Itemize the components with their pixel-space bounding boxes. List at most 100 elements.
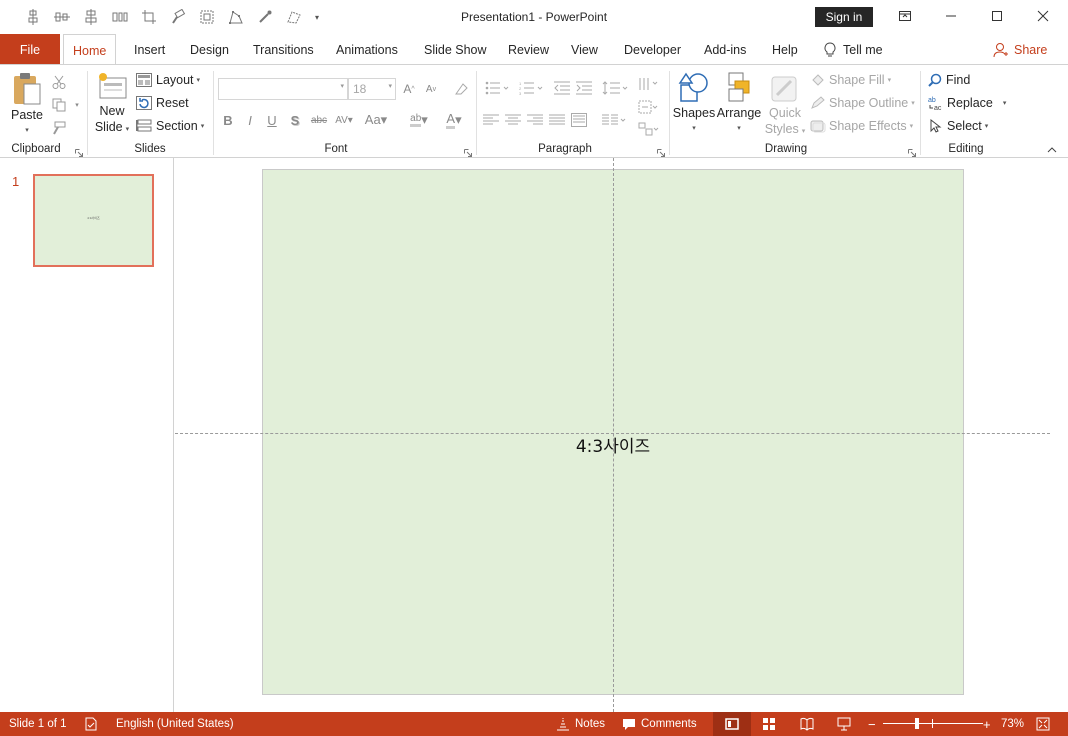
zoom-in-button[interactable]: +: [983, 712, 991, 736]
shape-fill-button[interactable]: Shape Fill ▾: [810, 71, 891, 89]
language-indicator[interactable]: English (United States): [116, 712, 234, 736]
align-center-icon[interactable]: [76, 7, 105, 27]
zoom-slider[interactable]: [883, 712, 983, 736]
underline-button[interactable]: U: [263, 111, 281, 129]
font-size-input[interactable]: 18 ▾: [348, 78, 396, 100]
edit-points-icon[interactable]: [221, 7, 250, 27]
distribute-icon[interactable]: [105, 7, 134, 27]
shape-effects-button[interactable]: Shape Effects ▾: [810, 117, 913, 135]
tab-help[interactable]: Help: [772, 34, 798, 65]
group-icon[interactable]: [192, 7, 221, 27]
select-button[interactable]: Select ▾: [930, 117, 988, 135]
shapes-button[interactable]: Shapes ▾: [673, 71, 715, 137]
tab-developer[interactable]: Developer: [624, 34, 681, 65]
slide-editing-area[interactable]: 4:3사이즈: [175, 158, 1068, 712]
vertical-guide[interactable]: [613, 158, 614, 712]
minimize-icon[interactable]: [928, 0, 974, 32]
decrease-indent-icon[interactable]: [553, 79, 571, 97]
normal-view-button[interactable]: [713, 712, 751, 736]
shape-outline-button[interactable]: Shape Outline ▾: [810, 94, 915, 112]
align-middle-icon[interactable]: [47, 7, 76, 27]
tab-view[interactable]: View: [571, 34, 598, 65]
smartart-icon[interactable]: [636, 120, 662, 138]
layout-button[interactable]: Layout ▾: [136, 71, 200, 89]
new-slide-button[interactable]: New Slide ▾: [93, 71, 131, 138]
group-divider: [669, 71, 670, 155]
distributed-icon[interactable]: [570, 111, 588, 129]
zoom-out-button[interactable]: −: [868, 712, 876, 736]
text-direction-icon[interactable]: [636, 75, 662, 93]
group-divider: [87, 71, 88, 155]
zoom-slider-thumb[interactable]: [915, 718, 919, 729]
comments-button[interactable]: Comments: [622, 712, 697, 736]
notes-button[interactable]: Notes: [556, 712, 605, 736]
tab-home[interactable]: Home: [63, 34, 117, 66]
slide-thumbnail[interactable]: 4:3사이즈: [33, 174, 154, 267]
arrange-button[interactable]: Arrange ▾: [716, 71, 762, 137]
eyedropper-icon[interactable]: [250, 7, 279, 27]
font-launcher-icon[interactable]: [464, 146, 472, 157]
quick-styles-button[interactable]: Quick Styles ▾: [763, 71, 807, 140]
strikethrough-button[interactable]: abc: [308, 111, 330, 129]
drawing-launcher-icon[interactable]: [908, 146, 916, 157]
tab-review[interactable]: Review: [508, 34, 549, 65]
increase-indent-icon[interactable]: [575, 79, 593, 97]
slide-sorter-button[interactable]: [762, 712, 776, 736]
reading-view-button[interactable]: [800, 712, 814, 736]
clipboard-launcher-icon[interactable]: [75, 146, 83, 157]
tab-file[interactable]: File: [0, 34, 60, 65]
paragraph-launcher-icon[interactable]: [657, 146, 665, 157]
close-icon[interactable]: [1020, 0, 1066, 32]
fit-to-window-button[interactable]: [1036, 712, 1050, 736]
shadow-button[interactable]: S: [286, 111, 304, 129]
character-spacing-icon[interactable]: AV▾: [332, 111, 356, 129]
align-left-icon[interactable]: [482, 111, 500, 129]
clear-formatting-icon[interactable]: [452, 80, 470, 98]
crop-icon[interactable]: [134, 7, 163, 27]
tab-animations[interactable]: Animations: [336, 34, 398, 65]
spelling-check-icon[interactable]: [84, 712, 98, 736]
tab-transitions[interactable]: Transitions: [253, 34, 314, 65]
ribbon-display-options-icon[interactable]: [882, 0, 928, 32]
copy-dropdown-icon[interactable]: ▾: [68, 96, 86, 114]
format-painter-icon[interactable]: [50, 119, 68, 137]
change-case-icon[interactable]: Aa▾: [362, 111, 390, 129]
tab-add-ins[interactable]: Add-ins: [704, 34, 746, 65]
align-right-icon[interactable]: [526, 111, 544, 129]
copy-icon[interactable]: [50, 96, 68, 114]
format-painter-icon[interactable]: [163, 7, 192, 27]
collapse-ribbon-icon[interactable]: [1043, 141, 1061, 159]
reset-button[interactable]: Reset: [136, 94, 189, 112]
replace-button[interactable]: ab ac Replace ▾: [928, 94, 1006, 112]
maximize-icon[interactable]: [974, 0, 1020, 32]
tab-design[interactable]: Design: [190, 34, 229, 65]
bold-button[interactable]: B: [219, 111, 237, 129]
line-spacing-icon[interactable]: [600, 79, 630, 97]
tell-me-box[interactable]: Tell me: [823, 34, 883, 65]
columns-icon[interactable]: [600, 111, 630, 129]
increase-font-size-icon[interactable]: A ^: [400, 80, 418, 98]
font-name-input[interactable]: ▾: [218, 78, 348, 100]
paste-button[interactable]: Paste ▾: [8, 71, 46, 139]
font-color-icon[interactable]: A ▾: [440, 111, 468, 129]
italic-button[interactable]: I: [241, 111, 259, 129]
slide-show-button[interactable]: [837, 712, 851, 736]
align-top-icon[interactable]: [18, 7, 47, 27]
align-center-text-icon[interactable]: [504, 111, 522, 129]
align-text-icon[interactable]: [636, 98, 662, 116]
bullets-icon[interactable]: [482, 79, 512, 97]
tab-slide-show[interactable]: Slide Show: [424, 34, 487, 65]
highlight-color-icon[interactable]: ab ▾: [404, 111, 434, 129]
customize-qat-icon[interactable]: ▾: [308, 7, 326, 27]
tab-insert[interactable]: Insert: [134, 34, 165, 65]
share-button[interactable]: Share: [993, 34, 1047, 65]
sign-in-button[interactable]: Sign in: [815, 7, 873, 27]
decrease-font-size-icon[interactable]: Av: [422, 80, 440, 98]
numbering-icon[interactable]: 123: [516, 79, 546, 97]
freeform-icon[interactable]: [279, 7, 308, 27]
zoom-level[interactable]: 73%: [1001, 712, 1024, 736]
section-button[interactable]: Section ▾: [136, 117, 204, 135]
find-button[interactable]: Find: [928, 71, 970, 89]
cut-icon[interactable]: [50, 73, 68, 91]
justify-icon[interactable]: [548, 111, 566, 129]
